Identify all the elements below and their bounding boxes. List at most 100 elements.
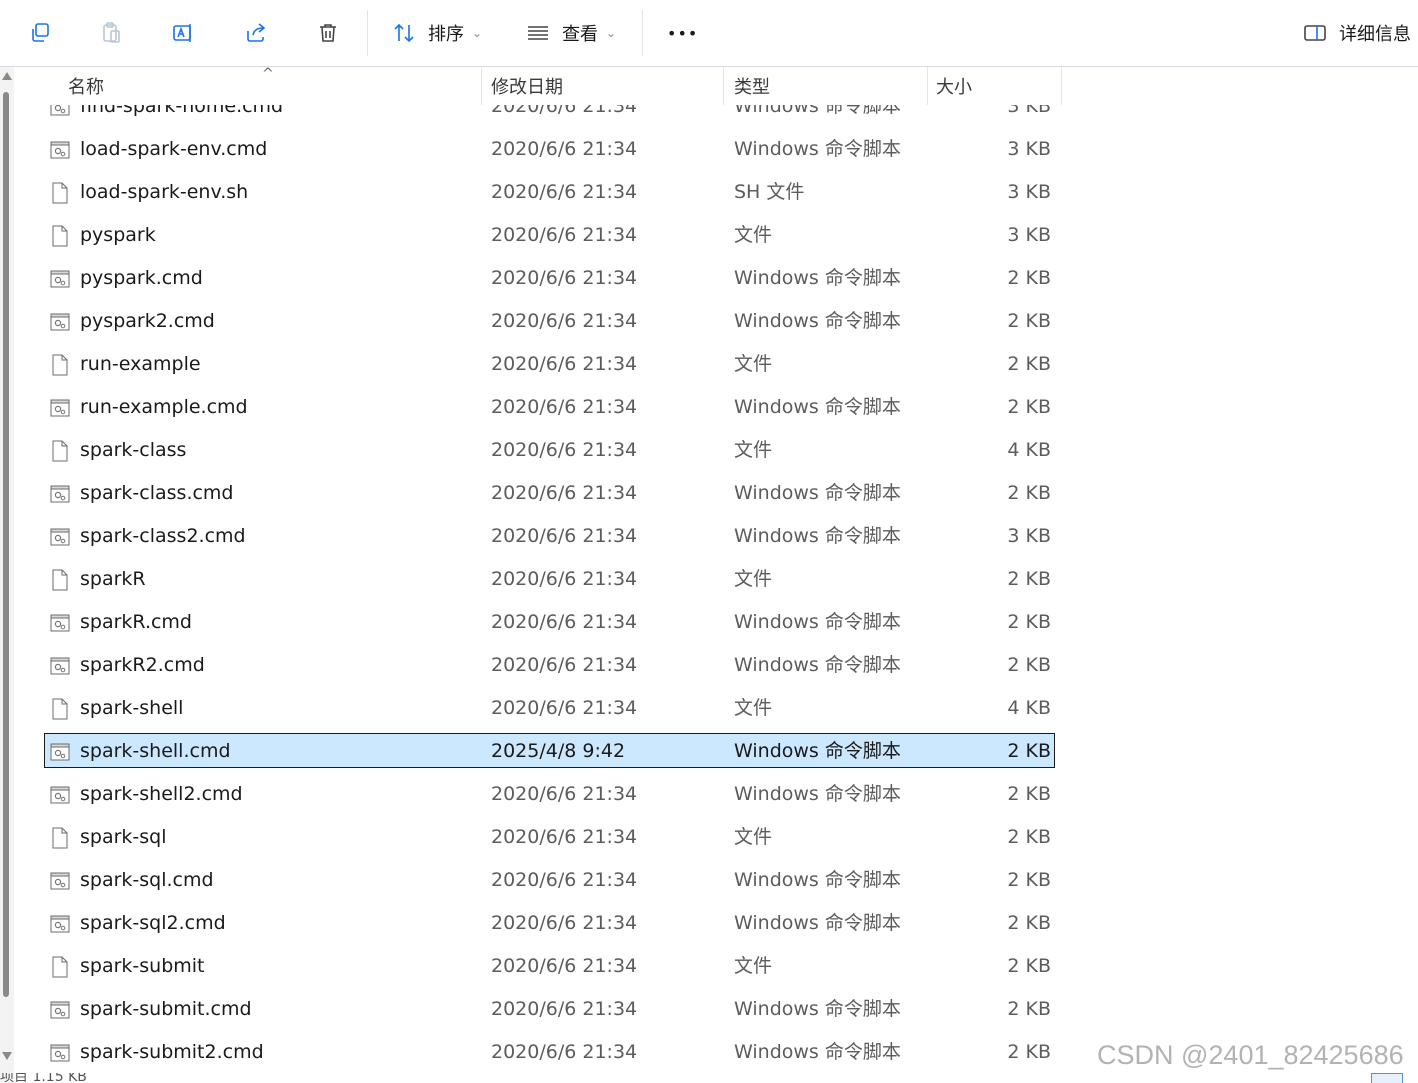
file-modified-date: 2020/6/6 21:34 — [491, 955, 638, 977]
file-modified-date: 2020/6/6 21:34 — [491, 482, 638, 504]
file-size: 2 KB — [1007, 267, 1051, 289]
file-row[interactable]: spark-sql 2020/6/6 21:34 文件 2 KB — [14, 816, 1418, 859]
file-type: Windows 命令脚本 — [734, 138, 901, 160]
file-row[interactable]: run-example 2020/6/6 21:34 文件 2 KB — [14, 343, 1418, 386]
file-type: Windows 命令脚本 — [734, 1041, 901, 1063]
share-button[interactable] — [242, 15, 270, 51]
file-row[interactable]: sparkR2.cmd 2020/6/6 21:34 Windows 命令脚本 2 K… — [14, 644, 1418, 687]
file-type: 文件 — [734, 697, 773, 719]
cmd-script-file-icon — [50, 268, 70, 290]
sort-ascending-icon: ^ — [262, 66, 274, 82]
file-row[interactable]: pyspark 2020/6/6 21:34 文件 3 KB — [14, 214, 1418, 257]
file-row[interactable]: load-spark-env.sh 2020/6/6 21:34 SH 文件 3 KB — [14, 171, 1418, 214]
file-modified-date: 2020/6/6 21:34 — [491, 439, 638, 461]
file-type: Windows 命令脚本 — [734, 267, 901, 289]
file-row-selected[interactable]: spark-shell.cmd 2025/4/8 9:42 Windows 命令脚本… — [14, 730, 1418, 773]
file-modified-date: 2020/6/6 21:34 — [491, 138, 638, 160]
column-date-header[interactable]: 修改日期 — [491, 67, 563, 105]
view-list-icon — [528, 26, 548, 40]
file-type: Windows 命令脚本 — [734, 654, 901, 676]
file-row[interactable]: spark-class2.cmd 2020/6/6 21:34 Windows 命令… — [14, 515, 1418, 558]
column-divider[interactable] — [927, 67, 928, 105]
file-type: Windows 命令脚本 — [734, 396, 901, 418]
cmd-script-file-icon — [50, 1042, 70, 1064]
file-row[interactable]: spark-submit.cmd 2020/6/6 21:34 Windows 命令… — [14, 988, 1418, 1031]
file-row[interactable]: sparkR 2020/6/6 21:34 文件 2 KB — [14, 558, 1418, 601]
file-size: 4 KB — [1007, 439, 1051, 461]
rename-icon — [173, 24, 191, 42]
scroll-down-arrow-icon[interactable] — [2, 1052, 12, 1060]
file-type: 文件 — [734, 826, 773, 848]
rename-button[interactable] — [169, 15, 197, 51]
file-size: 2 KB — [1007, 482, 1051, 504]
file-size: 2 KB — [1007, 869, 1051, 891]
details-pane-button[interactable]: 详细信息 — [1303, 15, 1411, 51]
file-type: 文件 — [734, 439, 773, 461]
file-type: Windows 命令脚本 — [734, 998, 901, 1020]
file-row[interactable]: run-example.cmd 2020/6/6 21:34 Windows 命令脚… — [14, 386, 1418, 429]
column-size-header[interactable]: 大小 — [936, 67, 972, 105]
more-options-button[interactable]: ••• — [667, 15, 698, 51]
sort-button[interactable]: 排序 ⌄ — [392, 15, 482, 51]
file-row[interactable]: load-spark-env.cmd 2020/6/6 21:34 Windows … — [14, 128, 1418, 171]
column-divider[interactable] — [1061, 67, 1062, 105]
copy-icon — [32, 23, 49, 42]
status-bar-text: 项目 1.15 KB — [0, 1073, 87, 1083]
file-row[interactable]: sparkR.cmd 2020/6/6 21:34 Windows 命令脚本 2 KB — [14, 601, 1418, 644]
delete-button[interactable] — [314, 15, 342, 51]
file-row[interactable]: pyspark.cmd 2020/6/6 21:34 Windows 命令脚本 2 K… — [14, 257, 1418, 300]
sort-icon — [394, 23, 414, 43]
cmd-script-file-icon — [50, 999, 70, 1021]
file-modified-date: 2020/6/6 21:34 — [491, 783, 638, 805]
column-divider[interactable] — [723, 67, 724, 105]
file-type: Windows 命令脚本 — [734, 482, 901, 504]
file-name: spark-sql.cmd — [80, 869, 214, 891]
file-type: Windows 命令脚本 — [734, 869, 901, 891]
cmd-script-file-icon — [50, 655, 70, 677]
scrollbar-thumb[interactable] — [3, 92, 9, 997]
generic-file-icon — [50, 440, 70, 462]
file-size: 2 KB — [1007, 955, 1051, 977]
file-list: find-spark-home.cmd 2020/6/6 21:34 Windows… — [14, 67, 1418, 1083]
column-divider[interactable] — [481, 67, 482, 105]
file-row[interactable]: spark-sql.cmd 2020/6/6 21:34 Windows 命令脚本 2… — [14, 859, 1418, 902]
file-type: 文件 — [734, 353, 773, 375]
paste-button[interactable] — [97, 15, 125, 51]
file-name: spark-sql — [80, 826, 167, 848]
file-row[interactable]: spark-shell 2020/6/6 21:34 文件 4 KB — [14, 687, 1418, 730]
file-row[interactable]: spark-sql2.cmd 2020/6/6 21:34 Windows 命令脚本… — [14, 902, 1418, 945]
cmd-script-file-icon — [50, 139, 70, 161]
column-name-header[interactable]: 名称 — [68, 67, 104, 105]
file-size: 2 KB — [1007, 912, 1051, 934]
file-name: spark-submit.cmd — [80, 998, 252, 1020]
column-type-header[interactable]: 类型 — [734, 67, 770, 105]
copy-button[interactable] — [26, 15, 54, 51]
cmd-script-file-icon — [50, 311, 70, 333]
file-modified-date: 2025/4/8 9:42 — [491, 740, 626, 762]
toolbar-separator — [367, 10, 368, 56]
file-modified-date: 2020/6/6 21:34 — [491, 654, 638, 676]
file-type: Windows 命令脚本 — [734, 912, 901, 934]
scroll-up-arrow-icon[interactable] — [2, 72, 12, 80]
file-name: pyspark2.cmd — [80, 310, 215, 332]
file-row[interactable]: spark-shell2.cmd 2020/6/6 21:34 Windows 命令… — [14, 773, 1418, 816]
file-row[interactable]: spark-class 2020/6/6 21:34 文件 4 KB — [14, 429, 1418, 472]
file-name: pyspark — [80, 224, 156, 246]
view-button[interactable]: 查看 ⌄ — [526, 15, 616, 51]
file-name: spark-submit — [80, 955, 205, 977]
file-size: 3 KB — [1007, 138, 1051, 160]
details-view-toggle[interactable] — [1371, 1073, 1403, 1083]
file-size: 2 KB — [1007, 568, 1051, 590]
file-modified-date: 2020/6/6 21:34 — [491, 568, 638, 590]
file-size: 2 KB — [1007, 654, 1051, 676]
file-modified-date: 2020/6/6 21:34 — [491, 267, 638, 289]
file-type: 文件 — [734, 568, 773, 590]
file-row[interactable]: spark-class.cmd 2020/6/6 21:34 Windows 命令脚… — [14, 472, 1418, 515]
file-row[interactable]: spark-submit 2020/6/6 21:34 文件 2 KB — [14, 945, 1418, 988]
file-row[interactable]: pyspark2.cmd 2020/6/6 21:34 Windows 命令脚本 2 … — [14, 300, 1418, 343]
file-modified-date: 2020/6/6 21:34 — [491, 396, 638, 418]
chevron-down-icon: ⌄ — [606, 26, 617, 40]
generic-file-icon — [50, 569, 70, 591]
file-name: spark-shell2.cmd — [80, 783, 243, 805]
paste-icon — [103, 22, 120, 43]
